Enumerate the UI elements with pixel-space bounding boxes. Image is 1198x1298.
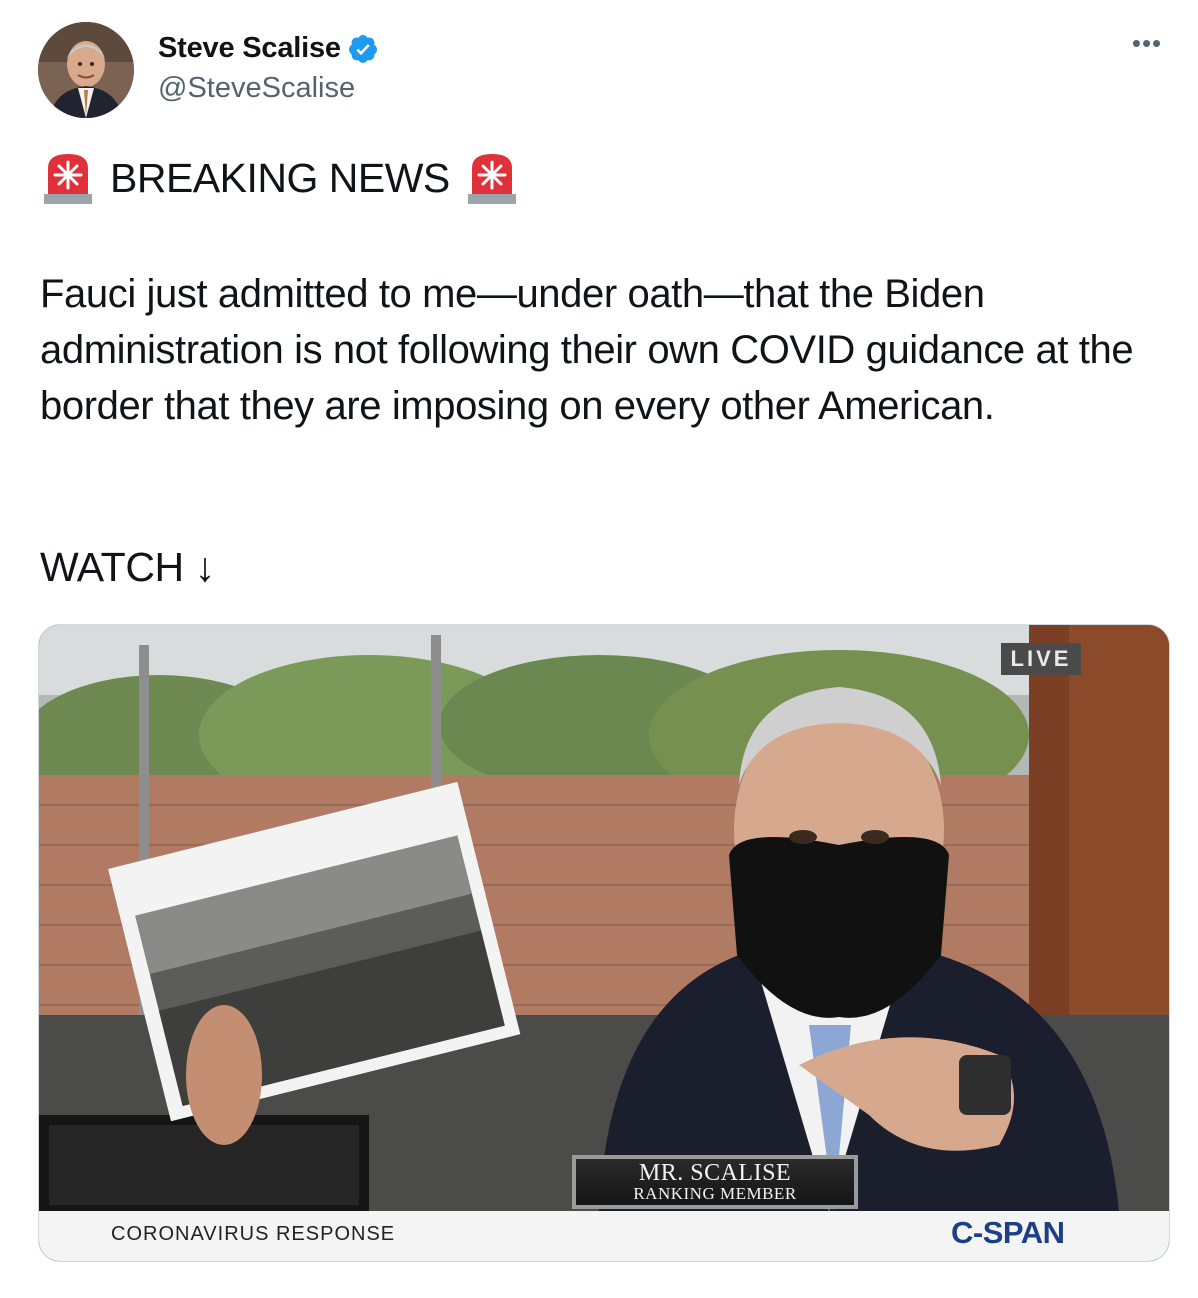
headline-text: BREAKING NEWS	[110, 154, 450, 201]
program-label: CORONAVIRUS RESPONSE	[111, 1223, 396, 1245]
verified-badge-icon	[348, 34, 377, 63]
headline: BREAKING NEWS	[40, 150, 520, 206]
nameplate: MR. SCALISE RANKING MEMBER	[572, 1155, 858, 1209]
watch-text: WATCH ↓	[40, 544, 215, 590]
author-handle[interactable]: @SteveScalise	[158, 72, 355, 105]
tweet-body: Fauci just admitted to me—under oath—tha…	[40, 272, 1134, 428]
more-options-icon[interactable]: •••	[1128, 24, 1166, 62]
nameplate-name: MR. SCALISE	[638, 1160, 792, 1186]
tweet-header: Steve Scalise @SteveScalise •••	[38, 22, 1168, 118]
rotating-light-emoji-icon	[467, 154, 516, 204]
nameplate-title: RANKING MEMBER	[633, 1184, 797, 1203]
video-player[interactable]: LIVE MR. SCALISE RANKING MEMBER CORONAVI…	[38, 624, 1170, 1262]
cspan-logo: C-SPAN	[951, 1215, 1065, 1250]
rotating-light-emoji-icon	[44, 154, 92, 204]
live-badge: LIVE	[1001, 643, 1081, 675]
author-name[interactable]: Steve Scalise	[158, 32, 341, 65]
author-avatar[interactable]	[38, 22, 134, 118]
